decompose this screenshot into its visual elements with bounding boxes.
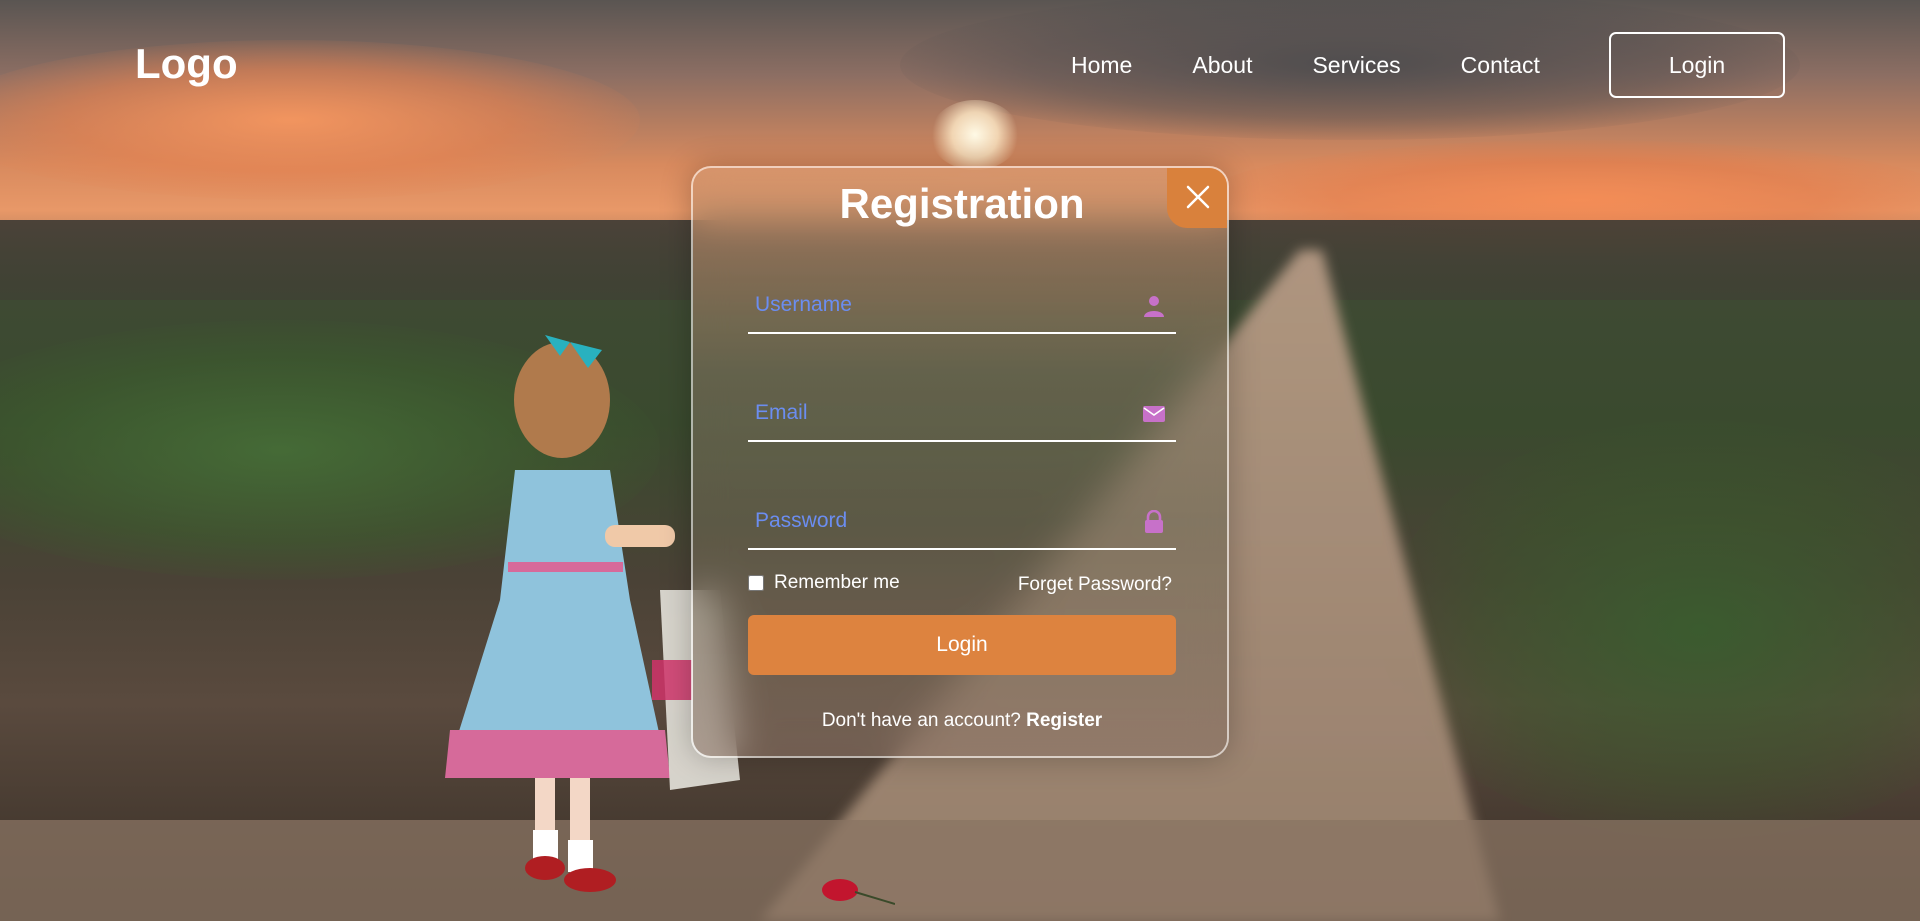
lock-icon [1145, 510, 1163, 533]
remember-me: Remember me [748, 572, 900, 594]
nav-link-about[interactable]: About [1192, 52, 1252, 79]
remember-label: Remember me [774, 572, 900, 593]
password-input[interactable] [748, 494, 1128, 548]
username-input[interactable] [748, 278, 1128, 332]
email-input[interactable] [748, 386, 1128, 440]
envelope-icon [1143, 406, 1165, 422]
nav-login-button[interactable]: Login [1609, 32, 1785, 98]
nav-links: Home About Services Contact [1071, 52, 1600, 79]
username-field [748, 278, 1176, 334]
nav-link-contact[interactable]: Contact [1461, 52, 1540, 79]
person-icon [1144, 296, 1164, 317]
email-field [748, 386, 1176, 442]
password-field [748, 494, 1176, 550]
login-button[interactable]: Login [748, 615, 1176, 675]
forgot-password-link[interactable]: Forget Password? [1018, 574, 1172, 596]
register-prompt-text: Don't have an account? [821, 710, 1027, 731]
registration-form: Registration Remember me Forget Password… [691, 166, 1229, 758]
register-link[interactable]: Register [1026, 710, 1102, 731]
red-flower [822, 879, 895, 905]
site-logo[interactable]: Logo [135, 40, 238, 88]
remember-checkbox[interactable] [748, 575, 764, 591]
register-prompt: Don't have an account? Register [693, 710, 1227, 732]
nav-link-home[interactable]: Home [1071, 52, 1132, 79]
form-title: Registration [839, 180, 1085, 227]
top-navigation: Logo Home About Services Contact Login [0, 0, 1920, 130]
nav-link-services[interactable]: Services [1312, 52, 1400, 79]
